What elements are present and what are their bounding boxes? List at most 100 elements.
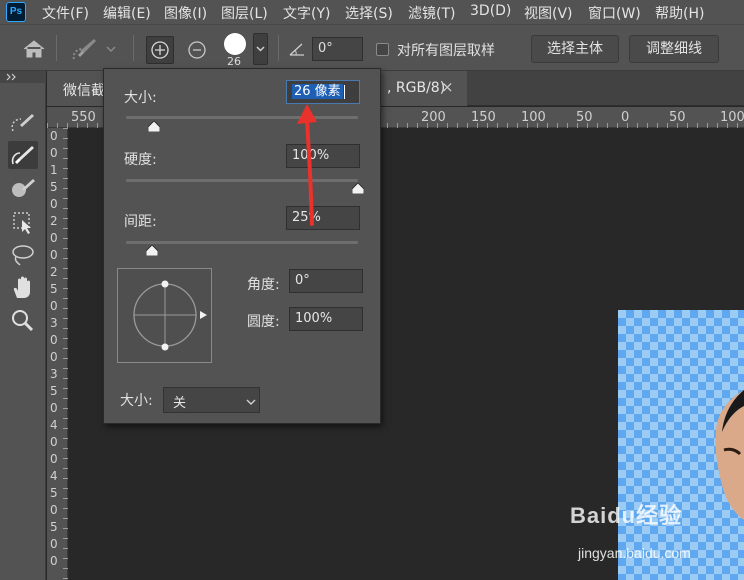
brush-size-readout: 26: [227, 55, 241, 68]
angle-input[interactable]: 0°: [312, 37, 363, 61]
pressure-size-label: 大小:: [120, 393, 153, 409]
brush-selection-tool-active[interactable]: [8, 141, 38, 169]
pressure-size-select[interactable]: 关: [163, 387, 260, 413]
tools-panel: [0, 71, 46, 580]
hand-tool-icon[interactable]: [8, 274, 38, 302]
canvas-image-transparent[interactable]: [618, 310, 744, 580]
ruler-label: 100: [720, 110, 744, 125]
sample-all-layers-label: 对所有图层取样: [397, 43, 495, 59]
menu-3d[interactable]: 3D(D): [470, 3, 511, 19]
document-tab-title: 微信截: [63, 83, 105, 99]
ruler-label: 0: [50, 401, 58, 415]
quick-selection-tool-icon[interactable]: [8, 109, 38, 137]
ruler-label: 5: [50, 520, 58, 534]
separator: [133, 35, 134, 61]
ruler-label: 0: [621, 110, 630, 125]
ruler-label: 50: [576, 110, 593, 125]
panel-collapse-bar[interactable]: [0, 71, 46, 83]
document-tab-mode: , RGB/8): [387, 80, 446, 96]
hardness-slider-thumb[interactable]: [352, 183, 364, 194]
magic-wand-tool-icon[interactable]: [8, 175, 38, 203]
menu-layer[interactable]: 图层(L): [221, 3, 268, 23]
ruler-label: 200: [421, 110, 446, 125]
brush-picker-dropdown[interactable]: [253, 33, 268, 65]
roundness-field[interactable]: 100%: [289, 307, 363, 331]
size-input-value: 26 像素: [292, 84, 343, 99]
brush-settings-popup: 大小: 26 像素 硬度: 100% 间距: 25% 角度: 0° 圆度: 10…: [103, 68, 381, 424]
ruler-label: 3: [50, 316, 58, 330]
vertical-ruler: 0 0 1 5 0 2 0 0 2 5 0 3 0 0 3 5 0 4 0 0 4 5 0 5 0 0: [47, 128, 68, 580]
quick-selection-tool-icon[interactable]: [68, 35, 100, 63]
lasso-tool-icon[interactable]: [8, 241, 38, 269]
ruler-label: 5: [50, 180, 58, 194]
ruler-label: 550: [71, 110, 96, 125]
ruler-label: 0: [50, 350, 58, 364]
ruler-label: 5: [50, 384, 58, 398]
options-bar: 26 0° 对所有图层取样 选择主体 调整细线: [0, 24, 744, 71]
ruler-label: 0: [50, 537, 58, 551]
hardness-label: 硬度:: [124, 152, 157, 168]
chevron-down-icon[interactable]: [106, 45, 116, 53]
angle-icon: [289, 43, 304, 56]
ruler-ticks: [63, 128, 68, 580]
separator: [56, 35, 57, 61]
ruler-label: 0: [50, 503, 58, 517]
ruler-label: 0: [50, 197, 58, 211]
baidu-watermark: Baidu经验: [570, 503, 683, 528]
menu-type[interactable]: 文字(Y): [283, 3, 330, 23]
menu-view[interactable]: 视图(V): [524, 3, 573, 23]
ruler-label: 4: [50, 469, 58, 483]
menu-bar: Ps 文件(F) 编辑(E) 图像(I) 图层(L) 文字(Y) 选择(S) 滤…: [0, 0, 744, 24]
menu-file[interactable]: 文件(F): [42, 3, 89, 23]
quick-selection-brush-icon: [11, 146, 34, 165]
home-icon[interactable]: [22, 39, 46, 59]
size-label: 大小:: [124, 90, 157, 106]
ruler-label: 4: [50, 418, 58, 432]
ruler-label: 5: [50, 282, 58, 296]
select-subject-button[interactable]: 选择主体: [531, 35, 619, 63]
ruler-label: 2: [50, 265, 58, 279]
annotation-arrow-icon: [297, 104, 317, 226]
roundness-label: 圆度:: [247, 314, 280, 330]
close-tab-icon[interactable]: ×: [441, 78, 454, 96]
menu-select[interactable]: 选择(S): [345, 3, 393, 23]
pressure-size-value: 关: [173, 396, 187, 411]
baidu-watermark-url: jingyan.baidu.com: [578, 545, 691, 561]
angle-field[interactable]: 0°: [289, 269, 363, 293]
new-selection-button[interactable]: [146, 36, 174, 64]
menu-edit[interactable]: 编辑(E): [103, 3, 151, 23]
chevron-down-icon: [246, 399, 256, 405]
zoom-tool-icon[interactable]: [8, 307, 38, 335]
ruler-label: 0: [50, 129, 58, 143]
menu-filter[interactable]: 滤镜(T): [408, 3, 455, 23]
separator: [278, 35, 279, 61]
brush-tip-circle-icon: [133, 280, 207, 351]
ruler-label: 0: [50, 452, 58, 466]
spacing-label: 间距:: [124, 214, 157, 230]
ruler-label: 5: [50, 486, 58, 500]
menu-image[interactable]: 图像(I): [164, 3, 207, 23]
chevron-down-icon: [256, 46, 265, 52]
spacing-slider-track[interactable]: [126, 241, 358, 244]
subtract-from-selection-icon[interactable]: [185, 38, 209, 62]
photoshop-logo-icon[interactable]: Ps: [6, 2, 26, 22]
ruler-label: 50: [669, 110, 686, 125]
ruler-label: 100: [521, 110, 546, 125]
menu-help[interactable]: 帮助(H): [655, 3, 704, 23]
brush-preview-icon[interactable]: [224, 33, 246, 55]
refine-edge-button[interactable]: 调整细线: [629, 35, 719, 63]
ruler-label: 2: [50, 214, 58, 228]
ruler-label: 150: [471, 110, 496, 125]
sample-all-layers-checkbox[interactable]: [376, 43, 389, 56]
ruler-label: 0: [50, 333, 58, 347]
document-tab-rest[interactable]: , RGB/8) ×: [381, 71, 467, 106]
object-selection-tool-icon[interactable]: [8, 208, 38, 236]
brush-shape-preview[interactable]: [117, 268, 212, 363]
ruler-label: 1: [50, 163, 58, 177]
menu-window[interactable]: 窗口(W): [588, 3, 641, 23]
size-slider-thumb[interactable]: [147, 121, 160, 132]
ruler-label: 3: [50, 367, 58, 381]
add-to-selection-icon: [151, 41, 169, 59]
spacing-slider-thumb[interactable]: [145, 245, 158, 256]
text-caret: [343, 84, 345, 99]
